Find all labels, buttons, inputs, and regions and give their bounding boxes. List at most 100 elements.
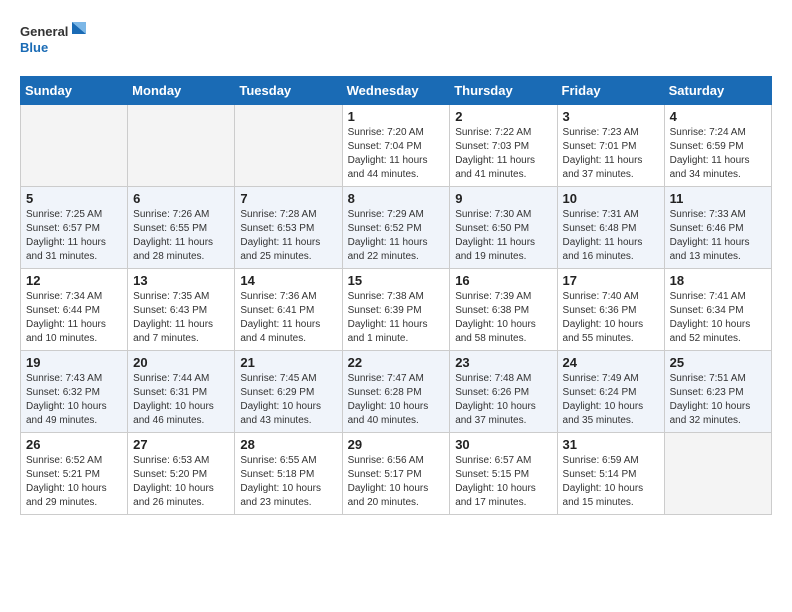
calendar-cell-week5-day1: 27Sunrise: 6:53 AM Sunset: 5:20 PM Dayli… xyxy=(128,433,235,515)
day-number: 7 xyxy=(240,191,336,206)
calendar-cell-week2-day1: 6 Sunrise: 7:26 AM Sunset: 6:55 PM Daylig… xyxy=(128,187,235,269)
week-row-4: 19 Sunrise: 7:43 AM Sunset: 6:32 PM Dayli… xyxy=(21,351,772,433)
day-info: Sunrise: 7:29 AM Sunset: 6:52 PM Dayligh… xyxy=(348,208,445,264)
day-info: Sunrise: 7:41 AM Sunset: 6:34 PM Dayligh… xyxy=(670,290,766,346)
day-number: 22 xyxy=(348,355,445,370)
day-number: 10 xyxy=(563,191,659,206)
day-number: 26 xyxy=(26,437,122,452)
weekday-header-friday: Friday xyxy=(557,77,664,105)
day-number: 4 xyxy=(670,109,766,124)
day-info: Sunrise: 6:56 AM Sunset: 5:17 PM Dayligh… xyxy=(348,454,445,510)
day-number: 11 xyxy=(670,191,766,206)
calendar-cell-week5-day5: 31 Sunrise: 6:59 AM Sunset: 5:14 PM Dayli… xyxy=(557,433,664,515)
day-info: Sunrise: 7:49 AM Sunset: 6:24 PM Dayligh… xyxy=(563,372,659,428)
day-number: 14 xyxy=(240,273,336,288)
day-number: 28 xyxy=(240,437,336,452)
weekday-header-thursday: Thursday xyxy=(450,77,557,105)
day-info: Sunrise: 7:20 AM Sunset: 7:04 PM Dayligh… xyxy=(348,126,445,182)
weekday-header-monday: Monday xyxy=(128,77,235,105)
calendar-cell-week4-day3: 22 Sunrise: 7:47 AM Sunset: 6:28 PM Dayli… xyxy=(342,351,450,433)
day-info: Sunrise: 7:45 AM Sunset: 6:29 PM Dayligh… xyxy=(240,372,336,428)
calendar-cell-week2-day6: 11 Sunrise: 7:33 AM Sunset: 6:46 PM Dayli… xyxy=(664,187,771,269)
week-row-3: 12 Sunrise: 7:34 AM Sunset: 6:44 PM Dayli… xyxy=(21,269,772,351)
day-number: 18 xyxy=(670,273,766,288)
calendar-cell-week5-day0: 26 Sunrise: 6:52 AM Sunset: 5:21 PM Dayli… xyxy=(21,433,128,515)
calendar-table: SundayMondayTuesdayWednesdayThursdayFrid… xyxy=(20,76,772,515)
calendar-cell-week5-day3: 29 Sunrise: 6:56 AM Sunset: 5:17 PM Dayli… xyxy=(342,433,450,515)
calendar-cell-week1-day1 xyxy=(128,105,235,187)
day-number: 23 xyxy=(455,355,551,370)
day-info: Sunrise: 7:31 AM Sunset: 6:48 PM Dayligh… xyxy=(563,208,659,264)
day-info: Sunrise: 7:44 AM Sunset: 6:31 PM Dayligh… xyxy=(133,372,229,428)
weekday-header-saturday: Saturday xyxy=(664,77,771,105)
calendar-cell-week5-day6 xyxy=(664,433,771,515)
day-number: 17 xyxy=(563,273,659,288)
calendar-cell-week1-day3: 1 Sunrise: 7:20 AM Sunset: 7:04 PM Daylig… xyxy=(342,105,450,187)
calendar-cell-week1-day2 xyxy=(235,105,342,187)
calendar-cell-week3-day3: 15Sunrise: 7:38 AM Sunset: 6:39 PM Dayli… xyxy=(342,269,450,351)
calendar-cell-week3-day0: 12 Sunrise: 7:34 AM Sunset: 6:44 PM Dayli… xyxy=(21,269,128,351)
day-number: 13 xyxy=(133,273,229,288)
day-info: Sunrise: 7:24 AM Sunset: 6:59 PM Dayligh… xyxy=(670,126,766,182)
day-number: 20 xyxy=(133,355,229,370)
calendar-cell-week2-day0: 5Sunrise: 7:25 AM Sunset: 6:57 PM Daylig… xyxy=(21,187,128,269)
day-number: 2 xyxy=(455,109,551,124)
day-number: 19 xyxy=(26,355,122,370)
day-number: 12 xyxy=(26,273,122,288)
calendar-cell-week2-day3: 8 Sunrise: 7:29 AM Sunset: 6:52 PM Daylig… xyxy=(342,187,450,269)
day-info: Sunrise: 6:57 AM Sunset: 5:15 PM Dayligh… xyxy=(455,454,551,510)
calendar-cell-week5-day2: 28 Sunrise: 6:55 AM Sunset: 5:18 PM Dayli… xyxy=(235,433,342,515)
day-info: Sunrise: 7:43 AM Sunset: 6:32 PM Dayligh… xyxy=(26,372,122,428)
day-info: Sunrise: 7:28 AM Sunset: 6:53 PM Dayligh… xyxy=(240,208,336,264)
calendar-cell-week4-day1: 20 Sunrise: 7:44 AM Sunset: 6:31 PM Dayli… xyxy=(128,351,235,433)
day-number: 27 xyxy=(133,437,229,452)
day-number: 25 xyxy=(670,355,766,370)
weekday-header-tuesday: Tuesday xyxy=(235,77,342,105)
day-info: Sunrise: 7:48 AM Sunset: 6:26 PM Dayligh… xyxy=(455,372,551,428)
day-info: Sunrise: 7:26 AM Sunset: 6:55 PM Dayligh… xyxy=(133,208,229,264)
svg-text:Blue: Blue xyxy=(20,40,48,55)
calendar-cell-week1-day0 xyxy=(21,105,128,187)
day-number: 1 xyxy=(348,109,445,124)
day-info: Sunrise: 7:36 AM Sunset: 6:41 PM Dayligh… xyxy=(240,290,336,346)
day-number: 24 xyxy=(563,355,659,370)
day-number: 8 xyxy=(348,191,445,206)
day-info: Sunrise: 7:38 AM Sunset: 6:39 PM Dayligh… xyxy=(348,290,445,346)
day-number: 29 xyxy=(348,437,445,452)
calendar-cell-week3-day2: 14 Sunrise: 7:36 AM Sunset: 6:41 PM Dayli… xyxy=(235,269,342,351)
day-info: Sunrise: 7:23 AM Sunset: 7:01 PM Dayligh… xyxy=(563,126,659,182)
day-info: Sunrise: 7:34 AM Sunset: 6:44 PM Dayligh… xyxy=(26,290,122,346)
calendar-cell-week1-day5: 3Sunrise: 7:23 AM Sunset: 7:01 PM Daylig… xyxy=(557,105,664,187)
calendar-cell-week3-day5: 17Sunrise: 7:40 AM Sunset: 6:36 PM Dayli… xyxy=(557,269,664,351)
page-header: General Blue xyxy=(20,20,772,60)
day-info: Sunrise: 7:39 AM Sunset: 6:38 PM Dayligh… xyxy=(455,290,551,346)
week-row-2: 5Sunrise: 7:25 AM Sunset: 6:57 PM Daylig… xyxy=(21,187,772,269)
day-info: Sunrise: 6:59 AM Sunset: 5:14 PM Dayligh… xyxy=(563,454,659,510)
calendar-cell-week2-day4: 9Sunrise: 7:30 AM Sunset: 6:50 PM Daylig… xyxy=(450,187,557,269)
day-info: Sunrise: 7:35 AM Sunset: 6:43 PM Dayligh… xyxy=(133,290,229,346)
day-info: Sunrise: 6:55 AM Sunset: 5:18 PM Dayligh… xyxy=(240,454,336,510)
day-info: Sunrise: 7:22 AM Sunset: 7:03 PM Dayligh… xyxy=(455,126,551,182)
day-number: 21 xyxy=(240,355,336,370)
calendar-cell-week1-day4: 2 Sunrise: 7:22 AM Sunset: 7:03 PM Daylig… xyxy=(450,105,557,187)
day-number: 16 xyxy=(455,273,551,288)
calendar-cell-week3-day4: 16 Sunrise: 7:39 AM Sunset: 6:38 PM Dayli… xyxy=(450,269,557,351)
day-info: Sunrise: 7:30 AM Sunset: 6:50 PM Dayligh… xyxy=(455,208,551,264)
calendar-cell-week5-day4: 30Sunrise: 6:57 AM Sunset: 5:15 PM Dayli… xyxy=(450,433,557,515)
calendar-cell-week3-day1: 13 Sunrise: 7:35 AM Sunset: 6:43 PM Dayli… xyxy=(128,269,235,351)
day-number: 6 xyxy=(133,191,229,206)
calendar-cell-week4-day6: 25 Sunrise: 7:51 AM Sunset: 6:23 PM Dayli… xyxy=(664,351,771,433)
day-info: Sunrise: 7:33 AM Sunset: 6:46 PM Dayligh… xyxy=(670,208,766,264)
calendar-cell-week3-day6: 18 Sunrise: 7:41 AM Sunset: 6:34 PM Dayli… xyxy=(664,269,771,351)
logo: General Blue xyxy=(20,20,90,60)
day-info: Sunrise: 7:51 AM Sunset: 6:23 PM Dayligh… xyxy=(670,372,766,428)
day-info: Sunrise: 7:47 AM Sunset: 6:28 PM Dayligh… xyxy=(348,372,445,428)
day-number: 31 xyxy=(563,437,659,452)
calendar-cell-week4-day5: 24 Sunrise: 7:49 AM Sunset: 6:24 PM Dayli… xyxy=(557,351,664,433)
weekday-header-wednesday: Wednesday xyxy=(342,77,450,105)
calendar-cell-week2-day2: 7 Sunrise: 7:28 AM Sunset: 6:53 PM Daylig… xyxy=(235,187,342,269)
day-info: Sunrise: 6:52 AM Sunset: 5:21 PM Dayligh… xyxy=(26,454,122,510)
week-row-5: 26 Sunrise: 6:52 AM Sunset: 5:21 PM Dayli… xyxy=(21,433,772,515)
weekday-header-sunday: Sunday xyxy=(21,77,128,105)
calendar-cell-week1-day6: 4 Sunrise: 7:24 AM Sunset: 6:59 PM Daylig… xyxy=(664,105,771,187)
